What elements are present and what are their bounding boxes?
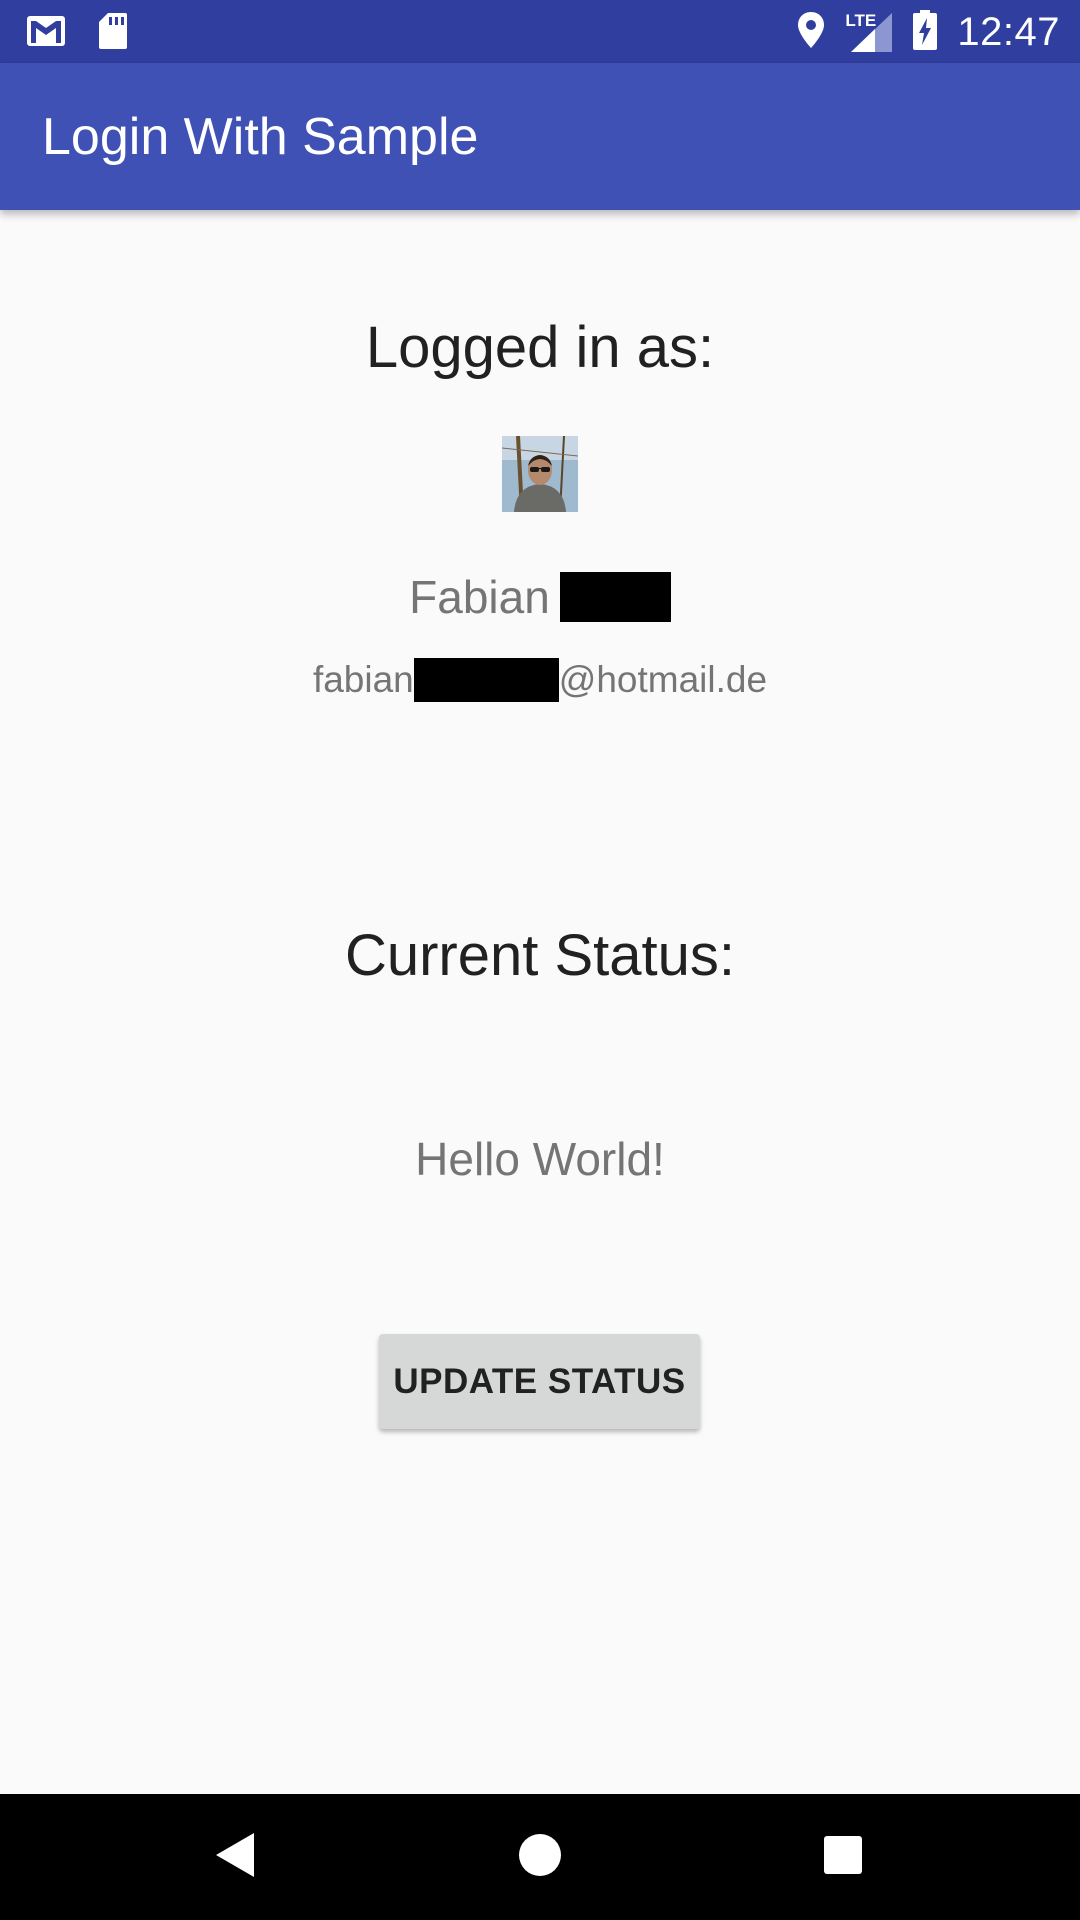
status-value: Hello World! <box>415 1133 665 1185</box>
update-status-button[interactable]: UPDATE STATUS <box>379 1334 700 1429</box>
lte-label: LTE <box>845 11 877 30</box>
lte-signal-icon: LTE <box>845 11 893 53</box>
user-name-row: Fabian <box>0 570 1080 624</box>
avatar <box>502 436 578 512</box>
current-status-heading: Current Status: <box>344 923 736 988</box>
back-icon <box>214 1831 258 1884</box>
logged-in-heading: Logged in as: <box>365 315 715 380</box>
status-bar: LTE 12:47 <box>0 0 1080 63</box>
screen: LTE 12:47 Login With Sample Logged in as… <box>0 0 1080 1920</box>
recents-icon <box>823 1835 863 1880</box>
redacted-last-name <box>559 572 671 622</box>
user-email-row: fabian @hotmail.de <box>0 658 1080 702</box>
home-icon <box>518 1833 562 1882</box>
status-left-icons <box>26 12 128 55</box>
email-domain: @hotmail.de <box>558 659 768 700</box>
app-title: Login With Sample <box>42 108 479 166</box>
navigation-bar <box>0 1794 1080 1920</box>
back-button[interactable] <box>201 1822 271 1892</box>
location-icon <box>797 11 825 54</box>
user-first-name: Fabian <box>409 571 550 623</box>
email-prefix: fabian <box>312 659 414 700</box>
redacted-email-part <box>413 658 559 702</box>
recents-button[interactable] <box>808 1822 878 1892</box>
battery-charging-icon <box>913 9 938 55</box>
sd-card-icon <box>98 12 128 55</box>
status-right-icons: LTE 12:47 <box>797 8 1060 56</box>
app-bar: Login With Sample <box>0 63 1080 210</box>
home-button[interactable] <box>505 1822 575 1892</box>
main-content: Logged in as: Fabian fabian @hotmail.de … <box>0 210 1080 1794</box>
status-time: 12:47 <box>957 9 1060 54</box>
gmail-icon <box>26 15 66 52</box>
